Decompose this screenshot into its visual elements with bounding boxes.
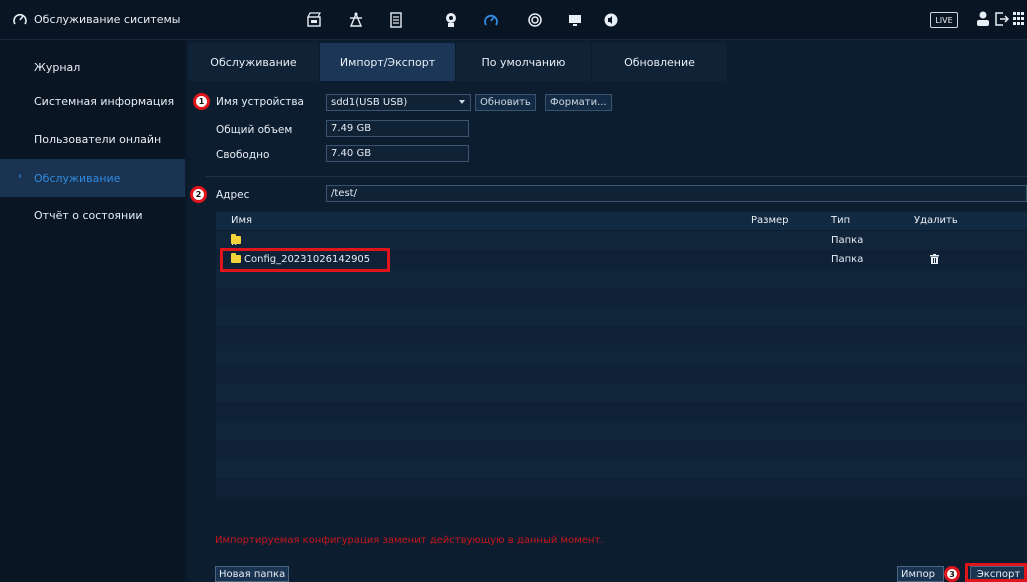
total-capacity-text: 7.49 GB xyxy=(331,123,372,134)
table-row-empty xyxy=(216,478,1027,497)
window-title: Обслуживание сиситемы xyxy=(34,13,181,26)
sidebar-item-journal[interactable]: Журнал xyxy=(0,48,185,86)
tab-update[interactable]: Обновление xyxy=(592,43,728,81)
maintenance-active-icon[interactable] xyxy=(482,11,500,29)
column-size[interactable]: Размер xyxy=(751,215,789,226)
table-row-empty xyxy=(216,288,1027,307)
step-badge-3: 3 xyxy=(944,566,960,582)
row-name: .. xyxy=(231,237,238,248)
sidebar-item-label: Обслуживание xyxy=(34,171,121,185)
new-folder-button[interactable]: Новая папка xyxy=(215,566,290,582)
free-space-label: Свободно xyxy=(216,149,270,161)
highlight-config-row xyxy=(220,248,390,272)
table-row-empty xyxy=(216,345,1027,364)
sidebar-item-label: Системная информация xyxy=(34,94,175,108)
sidebar-item-label: Отчёт о состоянии xyxy=(34,208,143,222)
chevron-down-icon xyxy=(459,100,465,104)
account-security-icon[interactable] xyxy=(442,11,460,29)
highlight-export-button xyxy=(965,563,1027,582)
device-select[interactable]: sdd1(USB USB) xyxy=(326,94,471,111)
column-type[interactable]: Тип xyxy=(831,215,850,226)
network-tower-icon[interactable] xyxy=(347,11,365,29)
clapper-icon[interactable] xyxy=(305,11,323,29)
total-capacity-label: Общий объем xyxy=(216,124,293,136)
address-label: Адрес xyxy=(216,189,250,201)
free-space-text: 7.40 GB xyxy=(331,148,372,159)
row-type: Папка xyxy=(831,254,864,265)
display-icon[interactable] xyxy=(526,11,544,29)
table-row-empty xyxy=(216,326,1027,345)
tab-defaults[interactable]: По умолчанию xyxy=(456,43,592,81)
step-badge-1: 1 xyxy=(193,93,210,110)
device-select-value: sdd1(USB USB) xyxy=(331,97,408,108)
sidebar-item-online-users[interactable]: Пользователи онлайн xyxy=(0,120,185,158)
table-header: Имя Размер Тип Удалить xyxy=(216,212,1027,230)
logout-icon[interactable] xyxy=(994,11,1010,27)
column-delete: Удалить xyxy=(914,215,958,226)
refresh-button[interactable]: Обновить xyxy=(475,94,536,111)
format-button[interactable]: Формати... xyxy=(545,94,612,111)
sidebar-item-maintenance[interactable]: › Обслуживание xyxy=(0,159,185,197)
menu-grid-icon[interactable] xyxy=(1013,12,1025,26)
tab-import-export[interactable]: Импорт/Экспорт xyxy=(320,43,456,81)
address-input[interactable]: /test/ xyxy=(326,185,1027,202)
user-icon[interactable] xyxy=(976,11,990,27)
maintenance-icon xyxy=(13,13,27,25)
free-space-value: 7.40 GB xyxy=(326,145,469,162)
step-badge-2: 2 xyxy=(190,186,207,203)
total-capacity-value: 7.49 GB xyxy=(326,120,469,137)
live-button[interactable]: LIVE xyxy=(930,12,958,28)
table-row-empty xyxy=(216,307,1027,326)
tab-bar: Обслуживание Импорт/Экспорт По умолчанию… xyxy=(188,43,728,81)
top-bar: Обслуживание сиситемы LIVE xyxy=(0,0,1027,40)
sidebar-item-label: Журнал xyxy=(34,60,81,74)
audio-icon[interactable] xyxy=(602,11,620,29)
table-row-empty xyxy=(216,440,1027,459)
sidebar-item-label: Пользователи онлайн xyxy=(34,132,162,146)
monitor-icon[interactable] xyxy=(566,11,584,29)
table-row-empty xyxy=(216,421,1027,440)
column-name[interactable]: Имя xyxy=(231,215,252,226)
row-type: Папка xyxy=(831,235,864,246)
device-name-label: Имя устройства xyxy=(216,96,304,108)
trash-icon[interactable] xyxy=(930,254,939,264)
chevron-right-icon: › xyxy=(18,171,22,182)
table-row-empty xyxy=(216,459,1027,478)
sidebar-item-status-report[interactable]: Отчёт о состоянии xyxy=(0,196,185,234)
storage-icon[interactable] xyxy=(387,11,405,29)
warning-message: Импортируемая конфигурация заменит дейст… xyxy=(215,535,604,546)
table-row-empty xyxy=(216,402,1027,421)
sidebar-item-system-info[interactable]: Системная информация xyxy=(0,82,185,120)
table-row-empty xyxy=(216,383,1027,402)
import-button[interactable]: Импор xyxy=(897,566,945,582)
tab-maintenance[interactable]: Обслуживание xyxy=(188,43,320,81)
address-value: /test/ xyxy=(331,188,357,199)
section-divider xyxy=(206,176,1027,177)
table-row-empty xyxy=(216,364,1027,383)
